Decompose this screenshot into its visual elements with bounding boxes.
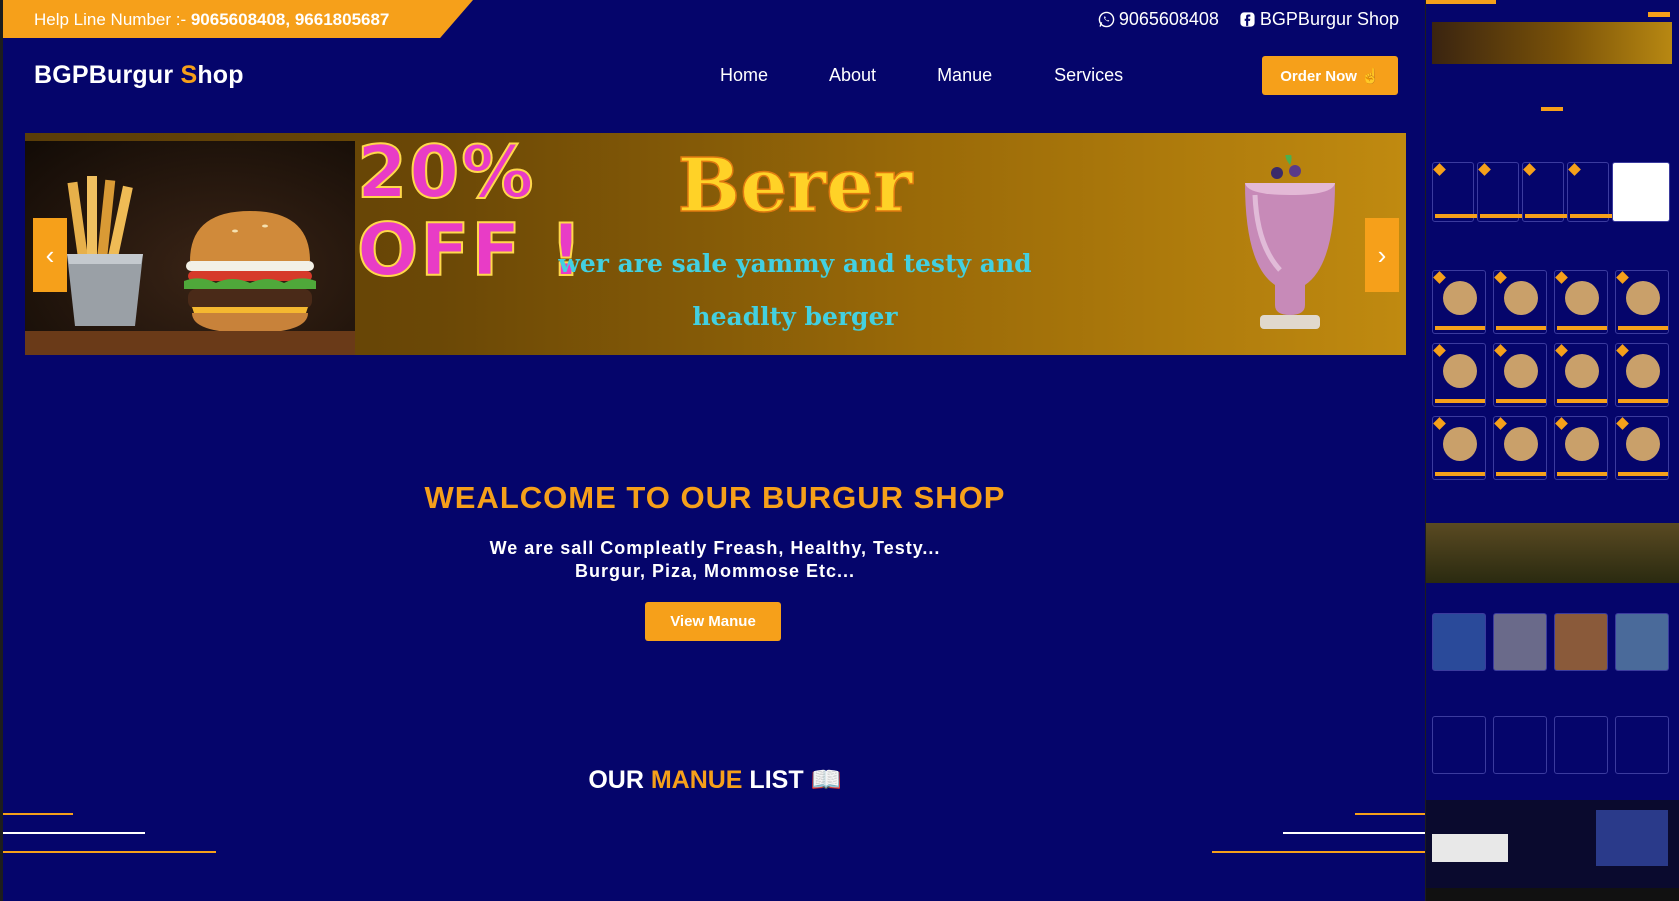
- deco-line: [1355, 813, 1425, 815]
- minimap-card: [1477, 162, 1530, 222]
- heading-accent: MANUE: [650, 766, 743, 794]
- minimap-card: [1522, 162, 1575, 222]
- banner-headline: Berer: [677, 142, 913, 230]
- manue-list-heading: OUR MANUE LIST 📖: [315, 766, 1115, 795]
- minimap-gallery: [1615, 613, 1669, 671]
- deco-line: [3, 813, 73, 815]
- main-nav: Home About Manue Services: [720, 65, 1123, 86]
- facebook-link[interactable]: BGPBurgur Shop: [1239, 9, 1399, 30]
- minimap-view-button: [1541, 107, 1563, 111]
- minimap-card: [1432, 162, 1485, 222]
- hero-carousel: 20% OFF ! Berer wer are sale yammy and t…: [25, 133, 1406, 355]
- brand-logo[interactable]: BGPBurgur Shop: [34, 61, 244, 90]
- view-manue-button[interactable]: View Manue: [645, 602, 781, 641]
- minimap-banner: [1432, 22, 1672, 64]
- brand-accent: S: [180, 61, 198, 89]
- helpline-numbers[interactable]: 9065608408, 9661805687: [191, 10, 390, 29]
- brand-text: BGPBurgur: [34, 61, 181, 89]
- minimap-card: [1554, 270, 1608, 334]
- carousel-prev-button[interactable]: ‹: [33, 218, 67, 292]
- welcome-line-1: We are sall Compleatly Freash, Healthy, …: [489, 538, 941, 558]
- view-manue-label: View Manue: [670, 613, 756, 630]
- minimap-order-button: [1648, 12, 1670, 17]
- minimap-card: [1615, 343, 1669, 407]
- nav-about[interactable]: About: [829, 65, 876, 86]
- minimap-footer: [1426, 800, 1679, 901]
- fries-illustration: [67, 176, 143, 326]
- minimap-card: [1432, 343, 1486, 407]
- minimap-card: [1615, 270, 1669, 334]
- minimap-gallery: [1554, 613, 1608, 671]
- minimap-card: [1554, 416, 1608, 480]
- heading-suffix: LIST 📖: [742, 766, 842, 794]
- brand-text-end: hop: [197, 61, 244, 89]
- deco-line: [1283, 832, 1425, 834]
- minimap-card: [1554, 343, 1608, 407]
- facebook-icon: [1240, 12, 1255, 27]
- minimap-gallery: [1432, 613, 1486, 671]
- smoothie-illustration: [1245, 155, 1335, 329]
- minimap-card: [1493, 270, 1547, 334]
- whatsapp-number: 9065608408: [1118, 9, 1219, 29]
- page-minimap[interactable]: [1426, 0, 1679, 901]
- social-links: 9065608408 BGPBurgur Shop: [1098, 9, 1399, 30]
- minimap-gallery: [1493, 613, 1547, 671]
- helpline-banner: Help Line Number :- 9065608408, 96618056…: [3, 0, 473, 38]
- minimap-card: [1432, 416, 1486, 480]
- chevron-left-icon: ‹: [45, 239, 55, 270]
- page-viewport: Help Line Number :- 9065608408, 96618056…: [3, 0, 1425, 901]
- minimap-card: [1493, 343, 1547, 407]
- deco-line: [1212, 851, 1425, 853]
- minimap-review: [1615, 716, 1669, 774]
- nav-manue[interactable]: Manue: [937, 65, 992, 86]
- burger-photo: [25, 141, 355, 355]
- order-now-button[interactable]: Order Now ☝: [1262, 56, 1398, 95]
- minimap-card: [1567, 162, 1620, 222]
- helpline-label: Help Line Number :-: [34, 10, 191, 29]
- minimap-review: [1493, 716, 1547, 774]
- welcome-title: WEALCOME TO OUR BURGUR SHOP: [424, 480, 1006, 515]
- nav-home[interactable]: Home: [720, 65, 768, 86]
- discount-percent: 20%: [356, 133, 536, 214]
- minimap-card: [1493, 416, 1547, 480]
- chevron-right-icon: ›: [1377, 239, 1387, 270]
- minimap-card: [1612, 162, 1670, 222]
- facebook-name: BGPBurgur Shop: [1259, 9, 1399, 29]
- minimap-topbar: [1426, 0, 1496, 4]
- minimap-team: [1426, 523, 1679, 583]
- banner-tagline: wer are sale yammy and testy and headlty…: [558, 249, 1032, 331]
- deco-line: [3, 832, 145, 834]
- burger-illustration: [184, 211, 316, 333]
- deco-line: [3, 851, 216, 853]
- whatsapp-icon: [1098, 11, 1115, 28]
- carousel-next-button[interactable]: ›: [1365, 218, 1399, 292]
- whatsapp-link[interactable]: 9065608408: [1098, 9, 1219, 30]
- wooden-board: [25, 331, 355, 355]
- order-now-label: Order Now ☝: [1280, 67, 1380, 85]
- minimap-review: [1554, 716, 1608, 774]
- minimap-review: [1432, 716, 1486, 774]
- heading-prefix: OUR: [588, 766, 651, 794]
- minimap-card: [1615, 416, 1669, 480]
- welcome-section: WEALCOME TO OUR BURGUR SHOP: [315, 480, 1115, 516]
- welcome-line-2: Burgur, Piza, Mommose Etc...: [574, 561, 856, 581]
- welcome-subtitle: We are sall Compleatly Freash, Healthy, …: [315, 537, 1115, 583]
- minimap-card: [1432, 270, 1486, 334]
- nav-services[interactable]: Services: [1054, 65, 1123, 86]
